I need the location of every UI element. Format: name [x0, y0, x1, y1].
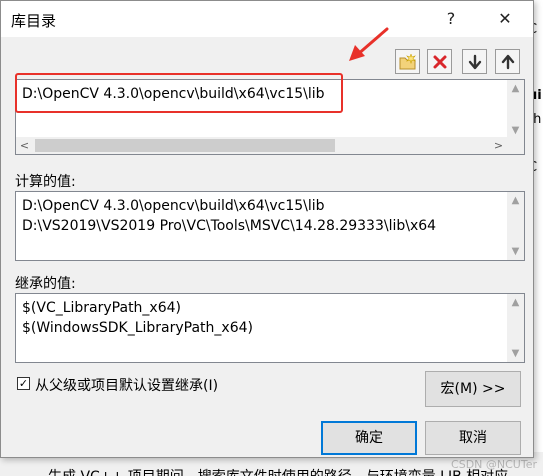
list-item: $(WindowsSDK_LibraryPath_x64)	[22, 320, 253, 336]
title-bar: 库目录 ? ✕	[1, 1, 533, 37]
macros-button[interactable]: 宏(M) >>	[425, 371, 521, 407]
list-item: $(VC_LibraryPath_x64)	[22, 300, 181, 316]
close-button[interactable]: ✕	[491, 7, 519, 31]
vertical-scrollbar[interactable]: ▲ ▼	[507, 294, 524, 362]
annotation-arrow	[349, 27, 389, 61]
delete-icon	[433, 55, 446, 68]
scroll-corner	[507, 137, 524, 154]
help-button[interactable]: ?	[439, 7, 463, 31]
evaluated-value-label: 计算的值:	[15, 174, 76, 190]
scroll-left-icon[interactable]: <	[16, 137, 33, 154]
inherited-value-label: 继承的值:	[15, 276, 76, 292]
dialog-title: 库目录	[11, 12, 57, 30]
cancel-button[interactable]: 取消	[425, 421, 521, 455]
inherited-value-list: $(VC_LibraryPath_x64) $(WindowsSDK_Libra…	[15, 293, 525, 363]
new-folder-icon	[399, 53, 416, 69]
horizontal-scrollbar[interactable]: < >	[16, 137, 507, 154]
scroll-up-icon[interactable]: ▲	[507, 80, 524, 97]
list-item: D:\OpenCV 4.3.0\opencv\build\x64\vc15\li…	[22, 198, 325, 214]
delete-line-button[interactable]	[427, 49, 452, 74]
background-description-text: 生成 VC++ 项目期间，搜索库文件时使用的路径。与环境变量 LIB 相对应	[48, 466, 508, 476]
annotation-highlight-box	[15, 73, 343, 113]
move-down-button[interactable]	[462, 49, 487, 74]
library-directories-dialog: 库目录 ? ✕ D:\OpenCV 4.3.0\opencv\build\x64…	[0, 0, 534, 458]
inherit-checkbox-label[interactable]: 从父级或项目默认设置继承(I)	[35, 375, 218, 395]
move-up-icon	[501, 54, 514, 69]
scroll-up-icon[interactable]: ▲	[507, 192, 524, 209]
scroll-up-icon[interactable]: ▲	[507, 294, 524, 311]
move-down-icon	[468, 54, 481, 69]
vertical-scrollbar[interactable]: ▲ ▼	[507, 80, 524, 139]
move-up-button[interactable]	[495, 49, 520, 74]
vertical-scrollbar[interactable]: ▲ ▼	[507, 192, 524, 260]
scroll-down-icon[interactable]: ▼	[507, 243, 524, 260]
evaluated-value-list: D:\OpenCV 4.3.0\opencv\build\x64\vc15\li…	[15, 191, 525, 261]
new-line-button[interactable]	[395, 49, 420, 74]
scroll-down-icon[interactable]: ▼	[507, 345, 524, 362]
scroll-right-icon[interactable]: >	[490, 137, 507, 154]
list-item: D:\VS2019\VS2019 Pro\VC\Tools\MSVC\14.28…	[22, 218, 437, 234]
horizontal-scroll-thumb[interactable]	[35, 139, 335, 152]
watermark: CSDN @NCUTer	[451, 458, 537, 471]
inherit-checkbox[interactable]: ✓	[17, 377, 30, 390]
ok-button[interactable]: 确定	[321, 421, 417, 455]
